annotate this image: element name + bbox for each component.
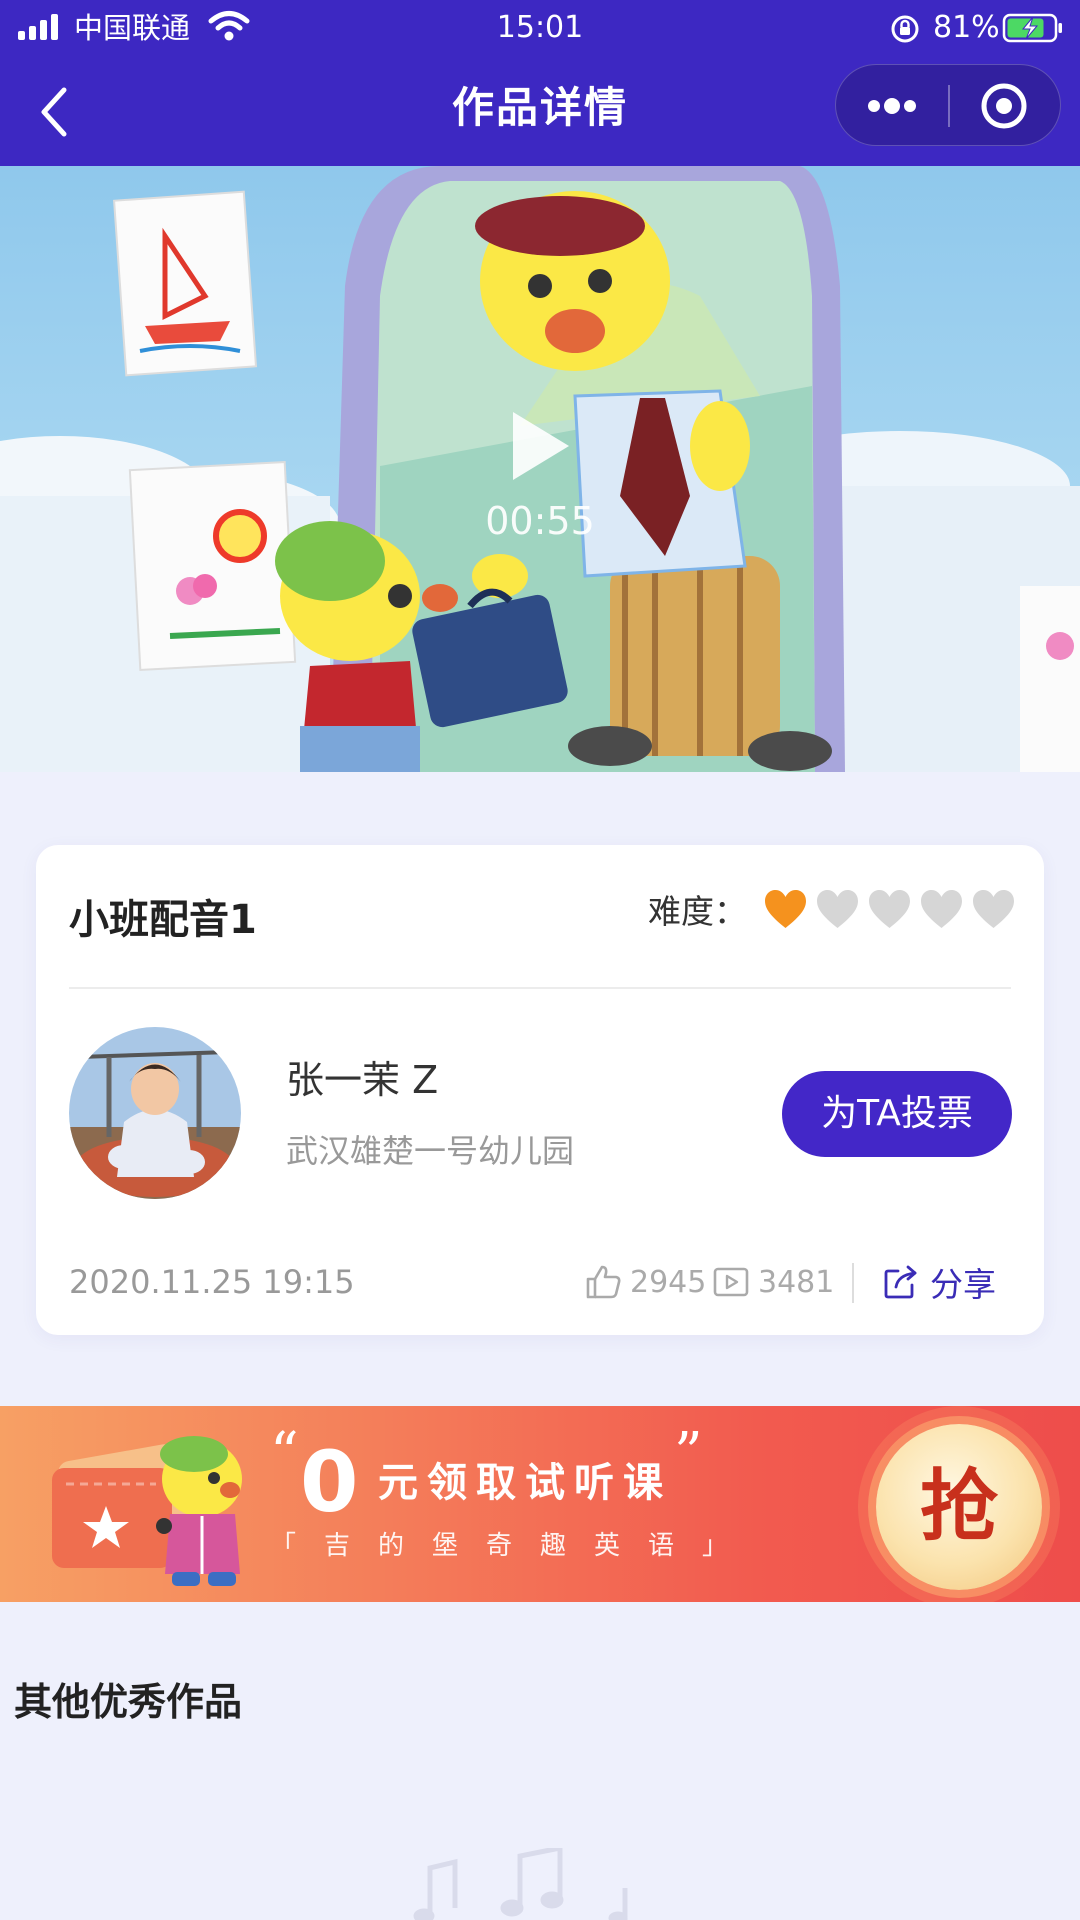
share-icon	[884, 1265, 917, 1299]
video-play-icon	[713, 1267, 749, 1297]
video-duration: 00:55	[485, 499, 595, 543]
mini-program-capsule	[835, 64, 1061, 146]
author-name: 张一茉 Z	[286, 1058, 439, 1102]
close-mini-program-button[interactable]	[950, 65, 1062, 147]
likes-stat[interactable]: 2945	[584, 1260, 706, 1304]
banner-quote-open: “	[270, 1421, 299, 1486]
author-avatar[interactable]	[69, 1027, 241, 1199]
thumbs-up-icon	[586, 1265, 621, 1299]
video-player[interactable]: 00:55	[0, 166, 1080, 772]
more-dots-icon	[868, 98, 916, 114]
free-trial-banner[interactable]: “ 0 元领取试听课 ” 「吉的堡奇趣英语」 抢	[0, 1406, 1080, 1602]
difficulty-heart-empty-icon	[869, 890, 910, 928]
avatar-photo	[69, 1027, 241, 1199]
difficulty-rating: 难度：	[648, 881, 1016, 937]
share-button[interactable]: 分享	[882, 1260, 996, 1304]
banner-zero: 0	[300, 1433, 359, 1531]
difficulty-heart-empty-icon	[921, 890, 962, 928]
difficulty-hearts	[763, 888, 1016, 930]
difficulty-label: 难度：	[648, 892, 747, 931]
post-date: 2020.11.25 19:15	[69, 1263, 355, 1301]
author-school: 武汉雄楚一号幼儿园	[286, 1132, 575, 1170]
target-circle-icon	[981, 83, 1027, 129]
status-bar: 中国联通 15:01 81%	[0, 0, 1080, 56]
other-works-title: 其他优秀作品	[14, 1680, 243, 1724]
music-notes-icon	[413, 1848, 628, 1920]
difficulty-heart-filled-icon	[765, 890, 806, 928]
grab-button[interactable]: 抢	[876, 1424, 1042, 1590]
banner-headline: 元领取试听课	[378, 1460, 672, 1506]
header: 中国联通 15:01 81% 作品详情	[0, 0, 1080, 166]
difficulty-heart-empty-icon	[817, 890, 858, 928]
rotation-lock-icon	[891, 15, 919, 43]
work-info-card: 小班配音1 难度： 张一茉 Z 武汉雄楚一号幼儿园 为TA投票 2020.11.…	[36, 845, 1044, 1335]
banner-subtitle: 「吉的堡奇趣英语」	[270, 1531, 757, 1561]
difficulty-heart-empty-icon	[973, 890, 1014, 928]
likes-count: 2945	[630, 1264, 707, 1300]
battery-charging-icon	[1002, 13, 1062, 43]
plays-stat: 3481	[712, 1260, 834, 1304]
work-title: 小班配音1	[69, 897, 257, 943]
stats-divider	[852, 1263, 854, 1303]
vote-button[interactable]: 为TA投票	[782, 1071, 1012, 1157]
card-divider	[69, 987, 1011, 989]
play-icon[interactable]	[505, 406, 575, 486]
battery-percent: 81%	[933, 10, 1000, 45]
more-button[interactable]	[836, 65, 948, 147]
share-label: 分享	[930, 1265, 996, 1304]
mascot-icon	[156, 1436, 242, 1586]
plays-count: 3481	[758, 1264, 835, 1300]
nav-bar: 作品详情	[0, 56, 1080, 166]
banner-quote-close: ”	[674, 1421, 703, 1486]
